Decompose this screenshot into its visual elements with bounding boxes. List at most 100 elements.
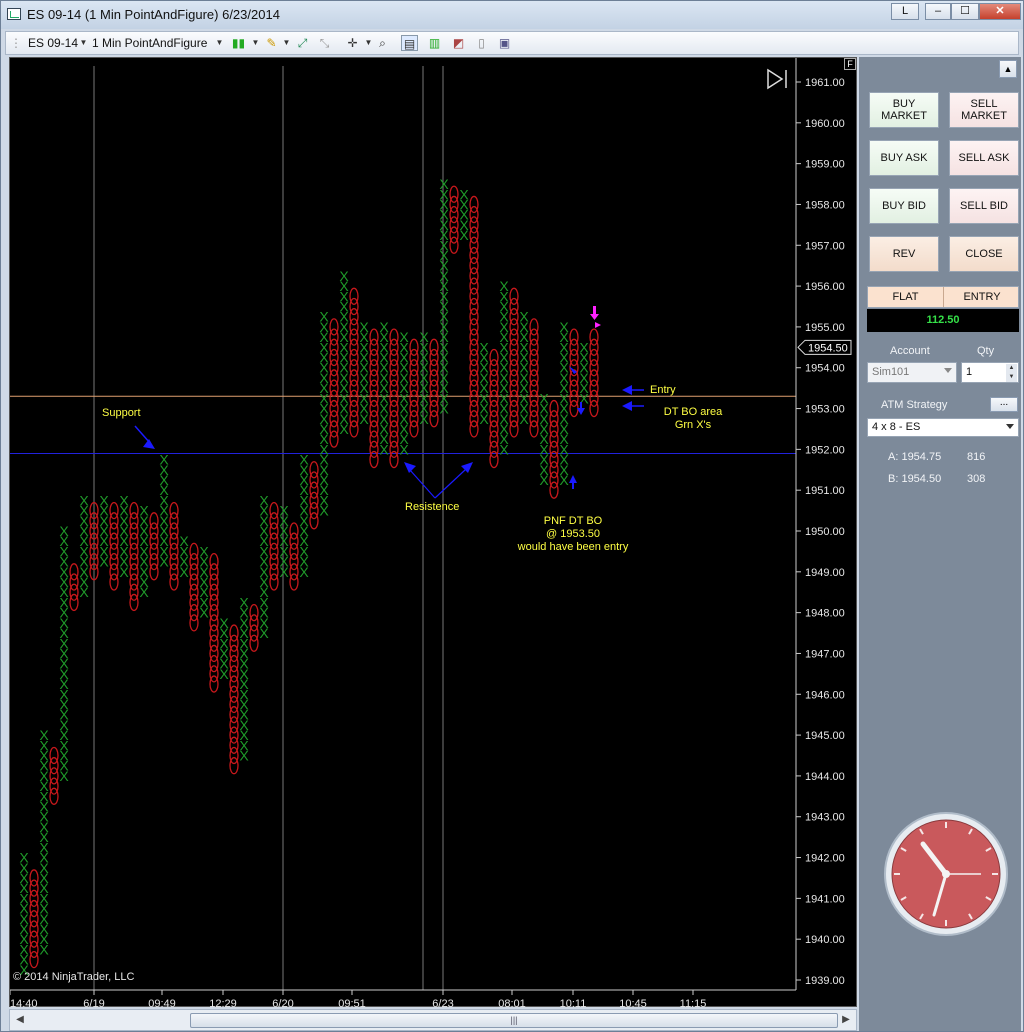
buy-ask-button[interactable]: BUY ASK xyxy=(869,140,939,176)
title-bar[interactable]: ES 09-14 (1 Min PointAndFigure) 6/23/201… xyxy=(1,1,1023,29)
atm-strategy-label: ATM Strategy xyxy=(881,399,948,411)
o-box xyxy=(289,522,299,540)
atm-dropdown-icon xyxy=(1006,424,1014,429)
instrument-dropdown-icon[interactable]: ▼ xyxy=(75,35,92,51)
price-label: 1955.00 xyxy=(805,322,845,334)
x-box: X xyxy=(359,319,369,335)
x-box: X xyxy=(339,268,349,284)
x-box: X xyxy=(119,492,129,508)
price-label: 1944.00 xyxy=(805,771,845,783)
quantity-stepper[interactable]: 1 ▲ ▼ xyxy=(961,362,1019,383)
drawing-dropdown-icon[interactable]: ▼ xyxy=(278,35,295,51)
properties-icon[interactable]: ▯ xyxy=(473,35,490,51)
time-label: 6/23 xyxy=(432,998,453,1008)
qty-up-icon[interactable]: ▲ xyxy=(1006,364,1017,373)
sell-ask-button[interactable]: SELL ASK xyxy=(949,140,1019,176)
entry-price-header: ENTRY xyxy=(963,291,1001,303)
bid-size: 308 xyxy=(967,473,986,485)
sell-bid-button[interactable]: SELL BID xyxy=(949,188,1019,224)
time-label: 12:29 xyxy=(209,998,237,1008)
pnf-chart[interactable]: 1961.00 1960.00 1959.00 1958.00 1957.00 1956.… xyxy=(10,58,858,1008)
minimize-button[interactable]: ‒ xyxy=(925,3,951,20)
price-label: 1948.00 xyxy=(805,608,845,620)
atm-strategy-button[interactable]: ... xyxy=(990,397,1018,412)
resistance-arrow-left-head xyxy=(404,462,416,473)
buy-bid-button[interactable]: BUY BID xyxy=(869,188,939,224)
o-box xyxy=(369,328,379,346)
crosshair-icon[interactable]: ✛ xyxy=(344,35,361,51)
price-label: 1940.00 xyxy=(805,934,845,946)
price-label: 1945.00 xyxy=(805,730,845,742)
x-box: X xyxy=(159,452,169,468)
scroll-right-icon[interactable]: ▶ xyxy=(838,1012,854,1028)
o-box xyxy=(169,501,179,520)
dtbo-annotation-line2: Grn X's xyxy=(675,419,712,431)
clock-icon xyxy=(884,812,1008,936)
buy-market-button[interactable]: BUY MARKET xyxy=(869,92,939,128)
period-dropdown-icon[interactable]: ▼ xyxy=(211,35,228,51)
magnify-icon[interactable]: ⌕ xyxy=(374,35,391,51)
window-title: ES 09-14 (1 Min PointAndFigure) 6/23/201… xyxy=(27,7,280,22)
period-selector[interactable]: 1 Min PointAndFigure xyxy=(92,36,207,50)
o-box xyxy=(129,501,139,520)
chart-toolbar: ⋮ ES 09-14 ▼ 1 Min PointAndFigure ▼ ▮▮ ▼… xyxy=(5,31,1019,55)
x-box: X xyxy=(239,594,249,610)
time-label: 08:01 xyxy=(498,998,526,1008)
scroll-thumb[interactable]: ||| xyxy=(190,1013,838,1028)
price-label: 1959.00 xyxy=(805,159,845,171)
data-series-icon[interactable]: ▤ xyxy=(401,35,418,51)
time-label: 09:49 xyxy=(148,998,176,1008)
chart-area[interactable]: 1961.00 1960.00 1959.00 1958.00 1957.00 1956.… xyxy=(9,57,858,1008)
account-select[interactable]: Sim101 xyxy=(867,362,957,383)
chart-trader-icon[interactable]: ▣ xyxy=(496,35,513,51)
o-box xyxy=(549,399,559,418)
format-button[interactable]: F xyxy=(844,58,856,70)
x-box: X xyxy=(499,278,509,294)
x-box: X xyxy=(579,339,589,355)
magenta-marker xyxy=(595,322,601,328)
bar-type-icon[interactable]: ▮▮ xyxy=(230,35,247,51)
panel-collapse-icon[interactable]: ▲ xyxy=(999,60,1017,78)
position-row: FLAT ENTRY xyxy=(867,286,1019,308)
ask-price: A: 1954.75 xyxy=(888,451,942,463)
horizontal-scrollbar[interactable]: ◀ ||| ▶ xyxy=(9,1009,857,1031)
price-label: 1956.00 xyxy=(805,281,845,293)
o-box xyxy=(29,869,39,887)
x-box: X xyxy=(559,319,569,335)
x-box: X xyxy=(259,492,269,508)
sell-market-button[interactable]: SELL MARKET xyxy=(949,92,1019,128)
price-label: 1957.00 xyxy=(805,240,845,252)
bid-price: B: 1954.50 xyxy=(888,473,942,485)
o-box xyxy=(429,338,439,356)
last-price-label: 1954.50 xyxy=(808,342,848,354)
scroll-left-icon[interactable]: ◀ xyxy=(12,1012,28,1028)
x-box: X xyxy=(479,339,489,355)
o-box xyxy=(449,185,459,203)
bar-type-dropdown-icon[interactable]: ▼ xyxy=(247,35,264,51)
strategies-icon[interactable]: ◩ xyxy=(450,35,467,51)
qty-down-icon[interactable]: ▼ xyxy=(1006,373,1017,382)
zoom-out-icon[interactable]: ⤡ xyxy=(316,35,333,51)
reverse-button[interactable]: REV xyxy=(869,236,939,272)
o-box xyxy=(529,318,539,336)
x-box: X xyxy=(279,503,289,519)
toolbar-grip: ⋮ xyxy=(10,36,22,50)
o-box xyxy=(269,501,279,520)
x-box: X xyxy=(79,492,89,508)
o-box xyxy=(489,348,499,367)
instrument-selector[interactable]: ES 09-14 xyxy=(28,36,78,50)
zoom-in-icon[interactable]: ⤢ xyxy=(294,35,311,51)
price-label: 1942.00 xyxy=(805,853,845,865)
x-box: X xyxy=(139,503,149,519)
close-position-button[interactable]: CLOSE xyxy=(949,236,1019,272)
x-box: X xyxy=(419,329,429,345)
price-label: 1954.00 xyxy=(805,363,845,375)
support-arrow-shaft xyxy=(134,425,151,444)
close-window-button[interactable]: ✕ xyxy=(979,3,1021,20)
x-box: X xyxy=(39,727,49,743)
indicators-icon[interactable]: ▥ xyxy=(426,35,443,51)
x-box: X xyxy=(459,186,469,202)
maximize-button[interactable]: ☐ xyxy=(951,3,979,20)
link-button[interactable]: L xyxy=(891,3,919,20)
atm-strategy-select[interactable]: 4 x 8 - ES xyxy=(867,418,1019,437)
